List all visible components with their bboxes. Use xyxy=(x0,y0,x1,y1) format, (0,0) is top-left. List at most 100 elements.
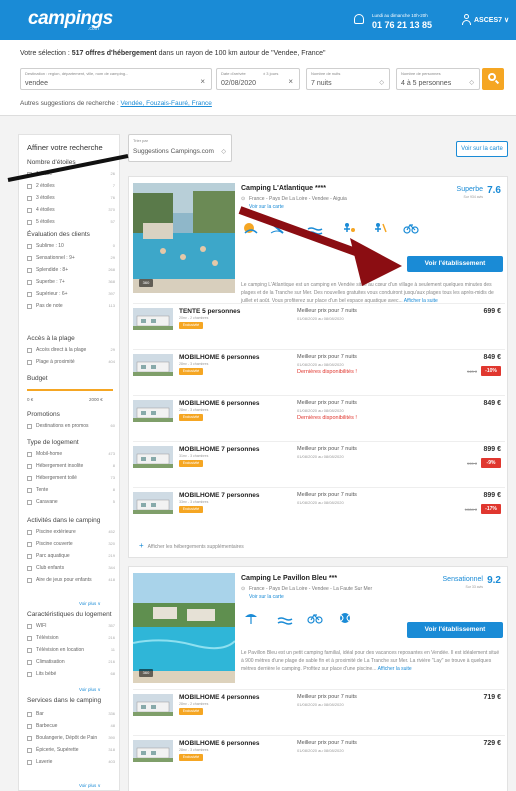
filter-option[interactable]: Mobil-home 473 xyxy=(27,451,117,460)
filter-option[interactable]: 4 étoiles 370 xyxy=(27,207,117,216)
checkbox[interactable] xyxy=(27,452,32,457)
checkbox[interactable] xyxy=(27,244,32,249)
checkbox[interactable] xyxy=(27,292,32,297)
checkbox[interactable] xyxy=(27,636,32,641)
checkbox[interactable] xyxy=(27,348,32,353)
camping-photo[interactable]: 360 xyxy=(133,183,235,293)
features-more-link[interactable]: Voir plus ∨ xyxy=(79,687,101,693)
offer-thumbnail[interactable] xyxy=(133,492,173,514)
arrival-value[interactable]: 02/08/2020 xyxy=(221,80,256,87)
clear-destination-icon[interactable]: × xyxy=(200,77,205,86)
checkbox[interactable] xyxy=(27,220,32,225)
filter-option[interactable]: Sublime : 10 0 xyxy=(27,243,117,252)
camping-map-link[interactable]: Voir sur la carte xyxy=(249,594,284,600)
filter-option[interactable]: 2 étoiles 7 xyxy=(27,183,117,192)
filter-option[interactable]: Splendide : 8+ 268 xyxy=(27,267,117,276)
filter-option[interactable]: Piscine couverte 320 xyxy=(27,541,117,550)
camping-name[interactable]: Camping Le Pavillon Bleu *** xyxy=(241,575,337,582)
offer-thumbnail[interactable] xyxy=(133,354,173,376)
checkbox[interactable] xyxy=(27,184,32,189)
filter-option[interactable]: Hébergement insolite 8 xyxy=(27,463,117,472)
user-icon[interactable] xyxy=(462,14,471,25)
filter-option[interactable]: Piscine extérieure 452 xyxy=(27,529,117,538)
filter-option[interactable]: Laverie 403 xyxy=(27,759,117,768)
filter-option[interactable]: Barbecue 48 xyxy=(27,723,117,732)
checkbox[interactable] xyxy=(27,648,32,653)
view-360-badge[interactable]: 360 xyxy=(139,669,153,677)
filter-option[interactable]: Accès direct à la plage 29 xyxy=(27,347,117,356)
checkbox[interactable] xyxy=(27,424,32,429)
offer-row[interactable]: TENTE 5 personnes 20m² - 2 chambres Exclus… xyxy=(133,303,505,333)
budget-slider[interactable] xyxy=(27,389,113,391)
offer-row[interactable]: MOBILHOME 6 personnes 28m² - 3 chambres Ex… xyxy=(133,735,505,765)
site-logo[interactable]: campings xyxy=(28,8,113,30)
checkbox[interactable] xyxy=(27,488,32,493)
checkbox[interactable] xyxy=(27,280,32,285)
checkbox[interactable] xyxy=(27,196,32,201)
camping-map-link[interactable]: Voir sur la carte xyxy=(249,204,284,210)
filter-option[interactable]: Climatisation 216 xyxy=(27,659,117,668)
checkbox[interactable] xyxy=(27,736,32,741)
camping-photo[interactable]: 360 xyxy=(133,573,235,683)
checkbox[interactable] xyxy=(27,464,32,469)
activities-more-link[interactable]: Voir plus ∨ xyxy=(79,601,101,607)
filter-option[interactable]: WIFI 357 xyxy=(27,623,117,632)
checkbox[interactable] xyxy=(27,542,32,547)
filter-option[interactable]: Club enfants 344 xyxy=(27,565,117,574)
checkbox[interactable] xyxy=(27,256,32,261)
view-map-button[interactable]: Voir sur la carte xyxy=(456,141,508,157)
checkbox[interactable] xyxy=(27,748,32,753)
filter-option[interactable]: Télévision en location 11 xyxy=(27,647,117,656)
offer-thumbnail[interactable] xyxy=(133,400,173,422)
filter-option[interactable]: Aire de jeux pour enfants 418 xyxy=(27,577,117,586)
filter-option[interactable]: Sensationnel : 9+ 29 xyxy=(27,255,117,264)
show-more-link[interactable]: Afficher la suite xyxy=(378,666,412,672)
filter-option[interactable]: Supérieur : 6+ 397 xyxy=(27,291,117,300)
offer-thumbnail[interactable] xyxy=(133,694,173,716)
checkbox[interactable] xyxy=(27,304,32,309)
filter-option[interactable]: Boulangerie, Dépôt de Pain 390 xyxy=(27,735,117,744)
offer-row[interactable]: MOBILHOME 4 personnes 28m² - 2 chambres Ex… xyxy=(133,689,505,719)
destination-field[interactable]: Destination : region, département, ville… xyxy=(20,68,212,90)
filter-option[interactable]: Lits bébé 68 xyxy=(27,671,117,680)
checkbox[interactable] xyxy=(27,554,32,559)
checkbox[interactable] xyxy=(27,566,32,571)
filter-option[interactable]: Télévision 216 xyxy=(27,635,117,644)
flex-dates-checkbox[interactable]: ± 3 jours xyxy=(263,71,278,76)
checkbox[interactable] xyxy=(27,672,32,677)
checkbox[interactable] xyxy=(27,760,32,765)
filter-option[interactable]: 1 étoile 26 xyxy=(27,171,117,180)
checkbox[interactable] xyxy=(27,500,32,505)
clear-date-icon[interactable]: × xyxy=(288,77,293,86)
search-button[interactable] xyxy=(482,68,504,90)
filter-option[interactable]: Hébergement toilé 73 xyxy=(27,475,117,484)
nights-select[interactable]: Nombre de nuits 7 nuits ◇ xyxy=(306,68,390,90)
filter-option[interactable]: Superbe : 7+ 368 xyxy=(27,279,117,288)
offer-row[interactable]: MOBILHOME 7 personnes 31m² - 3 chambres Ex… xyxy=(133,441,505,471)
checkbox[interactable] xyxy=(27,712,32,717)
filter-option[interactable]: Destinations en promos 60 xyxy=(27,423,117,432)
checkbox[interactable] xyxy=(27,268,32,273)
offer-name[interactable]: TENTE 5 personnes xyxy=(179,308,240,315)
filter-option[interactable]: Épicerie, Supérette 318 xyxy=(27,747,117,756)
filter-option[interactable]: Pas de note 113 xyxy=(27,303,117,312)
view-establishment-button[interactable]: Voir l'établissement xyxy=(407,622,503,638)
filter-option[interactable]: Caravane 5 xyxy=(27,499,117,508)
offer-row[interactable]: MOBILHOME 7 personnes 33m² - 3 chambres Ex… xyxy=(133,487,505,517)
offer-thumbnail[interactable] xyxy=(133,446,173,468)
offer-name[interactable]: MOBILHOME 4 personnes xyxy=(179,694,260,701)
checkbox[interactable] xyxy=(27,360,32,365)
filter-option[interactable]: Bar 336 xyxy=(27,711,117,720)
offer-row[interactable]: MOBILHOME 6 personnes 28m² - 3 chambres Ex… xyxy=(133,395,505,425)
filter-option[interactable]: Plage à proximité 404 xyxy=(27,359,117,368)
offer-name[interactable]: MOBILHOME 6 personnes xyxy=(179,740,260,747)
offer-name[interactable]: MOBILHOME 6 personnes xyxy=(179,400,260,407)
checkbox[interactable] xyxy=(27,578,32,583)
offer-name[interactable]: MOBILHOME 7 personnes xyxy=(179,492,260,499)
offer-name[interactable]: MOBILHOME 6 personnes xyxy=(179,354,260,361)
checkbox[interactable] xyxy=(27,624,32,629)
filter-option[interactable]: Tente 8 xyxy=(27,487,117,496)
filter-option[interactable]: 5 étoiles 57 xyxy=(27,219,117,228)
offer-thumbnail[interactable] xyxy=(133,308,173,330)
camping-name[interactable]: Camping L'Atlantique **** xyxy=(241,185,326,192)
